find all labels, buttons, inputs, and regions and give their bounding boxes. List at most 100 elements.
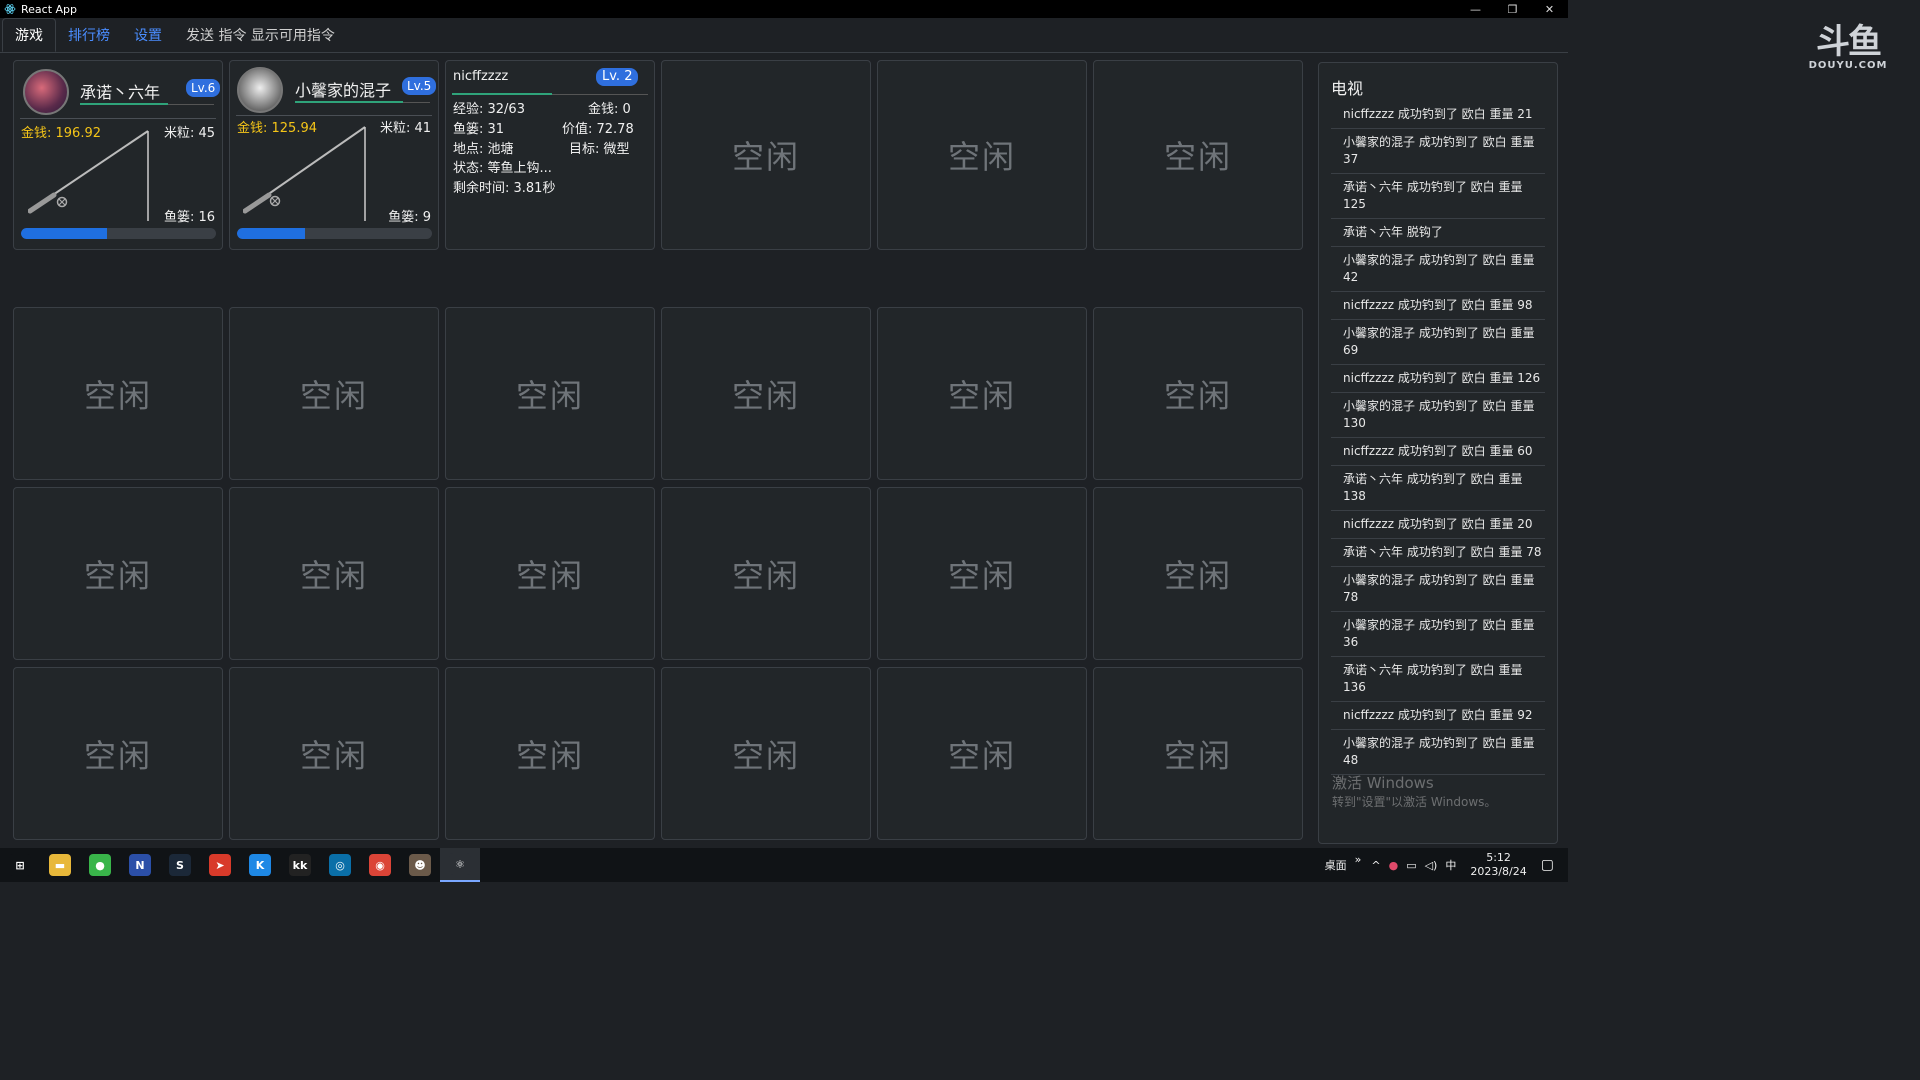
level-badge: Lv.5 (402, 77, 437, 95)
time-left-value: 剩余时间: 3.81秒 (453, 181, 556, 196)
minimize-button[interactable]: — (1457, 0, 1494, 18)
tray-overflow-icon[interactable]: ^ (1371, 859, 1380, 872)
idle-label: 空闲 (731, 138, 800, 176)
window-controls: — ❐ ✕ (1457, 0, 1568, 18)
notification-icon[interactable]: ▢ (1541, 857, 1554, 873)
browser-red-icon[interactable]: ➤ (200, 848, 240, 882)
network-icon[interactable]: ▭ (1406, 859, 1416, 872)
idle-slot[interactable]: 空闲 (229, 307, 439, 480)
restore-button[interactable]: ❐ (1494, 0, 1531, 18)
idle-slot[interactable]: 空闲 (13, 487, 223, 660)
player-detail-card[interactable]: nicffzzzz Lv. 2 经验: 32/63 金钱: 0 鱼篓: 31 价… (445, 60, 655, 250)
circle-app-glyph: ◎ (329, 854, 351, 876)
tv-feed-item: 承诺丶六年 成功钓到了 欧白 重量 138 (1331, 466, 1545, 511)
k-app-glyph: K (249, 854, 271, 876)
idle-slot[interactable]: 空闲 (445, 307, 655, 480)
clock[interactable]: 5:12 2023/8/24 (1470, 851, 1526, 879)
tab-leaderboard[interactable]: 排行榜 (56, 18, 122, 52)
k-app-icon[interactable]: K (240, 848, 280, 882)
rice-value: 米粒: 45 (163, 126, 215, 141)
idle-label: 空闲 (299, 376, 368, 415)
window-titlebar: React App — ❐ ✕ (0, 0, 1568, 18)
avatar-app-icon[interactable]: ☻ (400, 848, 440, 882)
idle-label: 空闲 (515, 736, 584, 775)
tv-feed-item: nicffzzzz 成功钓到了 欧白 重量 60 (1331, 438, 1545, 466)
ime-indicator[interactable]: 中 (1445, 857, 1456, 873)
idle-slot[interactable]: 空闲 (1093, 60, 1303, 250)
editor-app-glyph: N (129, 854, 151, 876)
idle-slot[interactable]: 空闲 (877, 667, 1087, 840)
idle-label: 空闲 (1163, 138, 1232, 176)
idle-slot[interactable]: 空闲 (877, 307, 1087, 480)
taskbar-apps: ⊞ ▬ ● N S ➤ Kkk ◎ ◉ ☻ ⚛ (0, 848, 480, 882)
react-logo-icon (4, 4, 16, 14)
tv-feed-panel[interactable]: 电视 nicffzzzz 成功钓到了 欧白 重量 21 小馨家的混子 成功钓到了 … (1318, 62, 1558, 844)
idle-slot[interactable]: 空闲 (229, 487, 439, 660)
tray-app-icon[interactable]: ● (1389, 859, 1399, 872)
idle-slot[interactable]: 空闲 (445, 487, 655, 660)
idle-slot[interactable]: 空闲 (1093, 487, 1303, 660)
idle-slot[interactable]: 空闲 (445, 667, 655, 840)
money-value: 金钱: 0 (588, 102, 631, 117)
location-value: 地点: 池塘 (453, 142, 514, 157)
chat-app-icon[interactable]: ● (80, 848, 120, 882)
fish-basket-value: 鱼篓: 31 (453, 122, 505, 137)
kk-app-icon[interactable]: kk (280, 848, 320, 882)
close-button[interactable]: ✕ (1531, 0, 1568, 18)
clock-date: 2023/8/24 (1470, 865, 1527, 878)
idle-label: 空闲 (731, 376, 800, 415)
idle-slot[interactable]: 空闲 (1093, 667, 1303, 840)
idle-slot[interactable]: 空闲 (13, 667, 223, 840)
idle-label: 空闲 (947, 736, 1016, 775)
player-card[interactable]: 承诺丶六年 Lv.6 金钱: 196.92 米粒: 45 鱼篓: 16 (13, 60, 223, 250)
idle-label: 空闲 (299, 736, 368, 775)
idle-label: 空闲 (299, 556, 368, 595)
idle-slot[interactable]: 空闲 (877, 487, 1087, 660)
tv-feed-item: nicffzzzz 成功钓到了 欧白 重量 92 (1331, 702, 1545, 730)
douyu-logo: 斗鱼 DOUYU.COM (1806, 24, 1890, 72)
idle-slot[interactable]: 空闲 (13, 307, 223, 480)
circle-app-icon[interactable]: ◎ (320, 848, 360, 882)
player-name: 小馨家的混子 (295, 81, 392, 100)
idle-slot[interactable]: 空闲 (661, 667, 871, 840)
tab-settings[interactable]: 设置 (122, 18, 174, 52)
steam-glyph: S (169, 854, 191, 876)
idle-slot[interactable]: 空闲 (877, 60, 1087, 250)
idle-label: 空闲 (947, 556, 1016, 595)
window-title: React App (21, 2, 78, 16)
tab-game[interactable]: 游戏 (2, 18, 56, 52)
start-glyph: ⊞ (9, 854, 31, 876)
idle-label: 空闲 (1163, 376, 1232, 415)
idle-slot[interactable]: 空闲 (661, 307, 871, 480)
xp-bar (80, 103, 168, 105)
level-badge: Lv.6 (186, 79, 221, 97)
idle-label: 空闲 (83, 376, 152, 415)
tv-title: 电视 (1331, 79, 1364, 98)
steam-icon[interactable]: S (160, 848, 200, 882)
idle-label: 空闲 (731, 736, 800, 775)
logo-main-text: 斗鱼 (1816, 22, 1882, 62)
tray-desktop-label[interactable]: 桌面 (1325, 857, 1347, 873)
react-app-icon[interactable]: ⚛ (440, 848, 480, 882)
file-explorer-icon[interactable]: ▬ (40, 848, 80, 882)
editor-app-icon[interactable]: N (120, 848, 160, 882)
target-value: 目标: 微型 (569, 142, 630, 157)
idle-slot[interactable]: 空闲 (661, 487, 871, 660)
player-name: nicffzzzz (453, 69, 509, 84)
tv-feed-list[interactable]: nicffzzzz 成功钓到了 欧白 重量 21 小馨家的混子 成功钓到了 欧白 … (1331, 101, 1545, 775)
kk-app-glyph: kk (289, 854, 311, 876)
idle-slot[interactable]: 空闲 (1093, 307, 1303, 480)
tv-feed-item: nicffzzzz 成功钓到了 欧白 重量 98 (1331, 292, 1545, 320)
volume-icon[interactable]: ◁) (1425, 859, 1438, 872)
start-icon[interactable]: ⊞ (0, 848, 40, 882)
file-explorer-glyph: ▬ (49, 854, 71, 876)
xp-value: 经验: 32/63 (453, 102, 525, 117)
player-card[interactable]: 小馨家的混子 Lv.5 金钱: 125.94 米粒: 41 鱼篓: 9 (229, 60, 439, 250)
chrome-icon[interactable]: ◉ (360, 848, 400, 882)
browser-red-glyph: ➤ (209, 854, 231, 876)
idle-slot[interactable]: 空闲 (229, 667, 439, 840)
tray-chevron-icon[interactable]: » (1355, 853, 1362, 866)
idle-slot[interactable]: 空闲 (661, 60, 871, 250)
tv-feed-item: 小馨家的混子 成功钓到了 欧白 重量 48 (1331, 730, 1545, 775)
tab-bar: 游戏 排行榜 设置 发送 指令 显示可用指令 (0, 18, 1568, 53)
